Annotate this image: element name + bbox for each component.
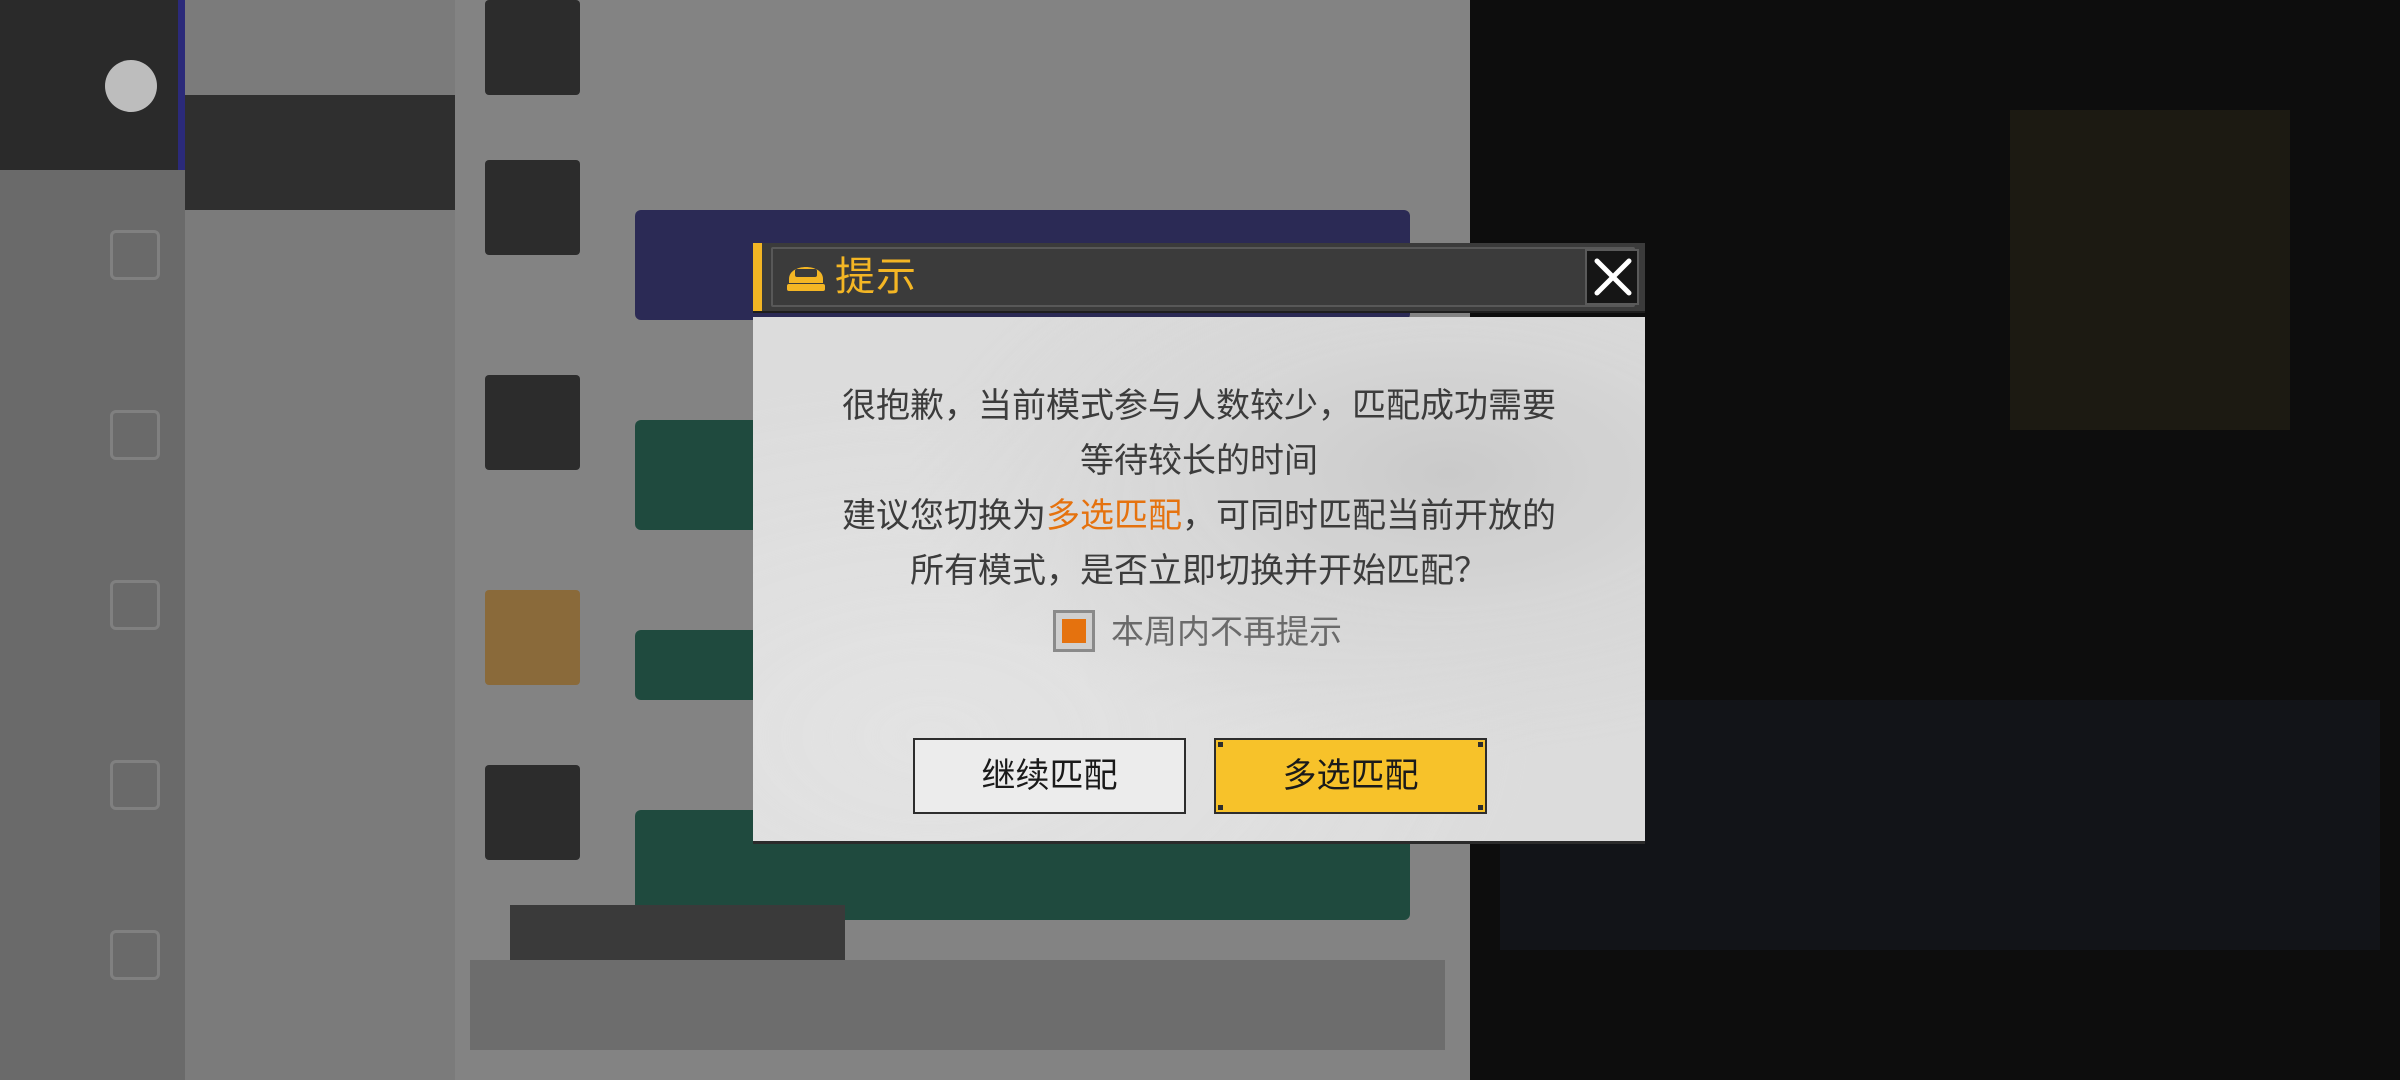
dialog-title: 提示 — [835, 254, 917, 300]
rail-profile-area — [0, 0, 185, 170]
friend-row — [185, 785, 455, 900]
friend-row — [185, 325, 455, 440]
chat-input-bar — [470, 960, 1445, 1050]
close-icon — [1594, 258, 1632, 296]
multi-select-match-button[interactable]: 多选匹配 — [1214, 738, 1487, 814]
dialog-message: 很抱歉，当前模式参与人数较少，匹配成功需要 等待较长的时间 建议您切换为多选匹配… — [783, 379, 1615, 599]
chat-avatar — [485, 765, 580, 860]
nav-search-icon — [110, 930, 160, 980]
profile-avatar — [105, 60, 157, 112]
message-line: 等待较长的时间 — [1080, 441, 1318, 481]
rail-selection-indicator — [178, 0, 185, 170]
chat-avatar — [485, 160, 580, 255]
nav-mail-icon — [110, 760, 160, 810]
message-line: 所有模式，是否立即切换并开始匹配？ — [910, 551, 1488, 591]
close-button[interactable] — [1585, 249, 1639, 305]
chat-avatar — [485, 375, 580, 470]
dont-remind-row[interactable]: 本周内不再提示 — [1053, 610, 1373, 656]
nav-team-icon — [110, 410, 160, 460]
message-line: 很抱歉，当前模式参与人数较少，匹配成功需要 — [842, 386, 1556, 426]
checkbox-fill — [1062, 619, 1086, 643]
button-corner — [1218, 742, 1223, 747]
chat-avatar — [485, 0, 580, 95]
dont-remind-checkbox[interactable] — [1053, 610, 1095, 652]
highlight-mode-name: 多选匹配 — [1046, 496, 1182, 536]
button-corner — [1478, 742, 1483, 747]
dialog-body: 很抱歉，当前模式参与人数较少，匹配成功需要 等待较长的时间 建议您切换为多选匹配… — [753, 317, 1645, 844]
friend-row — [185, 670, 455, 785]
header-accent-bar — [753, 243, 762, 311]
friend-row — [185, 210, 455, 325]
chat-avatar — [485, 590, 580, 685]
right-card — [2010, 110, 2290, 430]
button-corner — [1218, 805, 1223, 810]
continue-match-button[interactable]: 继续匹配 — [913, 738, 1186, 814]
match-tip-dialog: 提示 很抱歉，当前模式参与人数较少，匹配成功需要 等待较长的时间 建议您切换为多… — [753, 243, 1645, 844]
left-navigation-rail — [0, 0, 185, 1080]
button-corner — [1478, 805, 1483, 810]
helmet-icon — [785, 255, 827, 295]
message-line: 建议您切换为多选匹配，可同时匹配当前开放的 — [783, 489, 1615, 544]
multi-select-match-label: 多选匹配 — [1282, 756, 1419, 796]
dont-remind-label[interactable]: 本周内不再提示 — [1111, 610, 1342, 654]
dialog-header: 提示 — [753, 243, 1645, 313]
nav-clan-icon — [110, 580, 160, 630]
friend-row — [185, 555, 455, 670]
friend-row-selected — [185, 95, 455, 210]
friend-row — [185, 440, 455, 555]
message-text: 建议您切换为 — [842, 496, 1046, 536]
chat-tooltip — [510, 905, 845, 965]
nav-chat-icon — [110, 230, 160, 280]
friend-list-panel — [185, 0, 455, 1080]
message-text: ，可同时匹配当前开放的 — [1182, 496, 1556, 536]
